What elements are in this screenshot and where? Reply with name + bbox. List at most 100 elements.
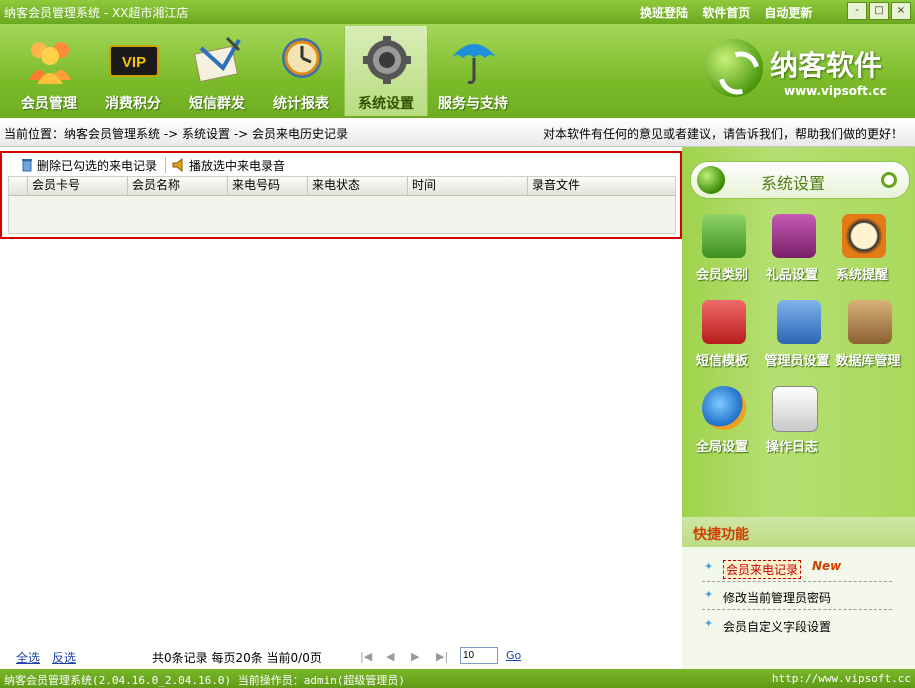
quick-item-custom-fields[interactable]: ✦ 会员自定义字段设置 (702, 610, 892, 638)
nav-label: 短信群发 (189, 96, 245, 112)
clock-report-icon (282, 38, 322, 78)
gift-settings-icon (772, 214, 816, 258)
member-category-icon (702, 214, 746, 258)
delete-label: 删除已勾选的来电记录 (37, 158, 158, 173)
sidebar-header: 系统设置 (690, 161, 910, 199)
tile-label: 系统提醒 (835, 268, 888, 283)
quick-item-label: 会员来电记录 (723, 560, 802, 579)
sidebar-title: 系统设置 (761, 174, 826, 193)
column-header-caller-number[interactable]: 来电号码 (227, 177, 307, 195)
system-reminder-icon (842, 214, 886, 258)
nav-service-support[interactable]: 服务与支持 (432, 26, 514, 116)
next-page-icon[interactable]: ▶ (411, 650, 419, 663)
quick-item-change-admin-password[interactable]: ✦ 修改当前管理员密码 (702, 581, 892, 610)
ring-icon (881, 172, 897, 188)
play-label: 播放选中来电录音 (189, 158, 286, 173)
checkbox-column-header[interactable] (9, 177, 27, 195)
sms-template-icon (702, 300, 746, 344)
window-controls: - □ × (847, 2, 911, 20)
call-history-table: 会员卡号 会员名称 来电号码 来电状态 时间 录音文件 (8, 176, 676, 234)
breadcrumb-bar: 当前位置：纳客会员管理系统 -> 系统设置 -> 会员来电历史记录 对本软件有任… (0, 118, 915, 147)
nav-label: 消费积分 (105, 96, 161, 112)
main-toolbar: 会员管理 VIP 消费积分 短信群发 统计报表 系统设置 服务与支持 纳客软件 … (0, 24, 915, 118)
brand-url: www.vipsoft.cc (784, 84, 887, 98)
nav-label: 系统设置 (358, 96, 414, 112)
window-title: 纳客会员管理系统 - XX超市湘江店 (4, 6, 189, 20)
nav-sms-broadcast[interactable]: 短信群发 (176, 26, 258, 116)
breadcrumb: 当前位置：纳客会员管理系统 -> 系统设置 -> 会员来电历史记录 (4, 127, 349, 141)
page-number-input[interactable] (460, 647, 498, 664)
minimize-button[interactable]: - (847, 2, 867, 20)
auto-update-link[interactable]: 自动更新 (764, 6, 812, 20)
nav-label: 服务与支持 (438, 96, 508, 112)
invert-selection-link[interactable]: 反选 (52, 649, 76, 666)
column-header-card-no[interactable]: 会员卡号 (27, 177, 127, 195)
toolbar-separator (165, 157, 167, 173)
tile-operation-log[interactable]: 操作日志 (752, 386, 832, 466)
nav-member-management[interactable]: 会员管理 (8, 26, 90, 116)
settings-sidebar: 系统设置 会员类别 礼品设置 系统提醒 短信模板 管理员设置 数据库管理 全局设… (682, 147, 915, 669)
go-button[interactable]: Go (506, 649, 521, 662)
database-icon (848, 300, 892, 344)
vip-card-icon: VIP (109, 45, 159, 77)
top-links: 换班登陆 软件首页 自动更新 (640, 4, 822, 21)
gear-settings-icon (363, 36, 411, 84)
nav-system-settings[interactable]: 系统设置 (344, 26, 428, 116)
switch-shift-login-link[interactable]: 换班登陆 (640, 6, 688, 20)
quick-title: 快捷功能 (693, 527, 749, 543)
table-header: 会员卡号 会员名称 来电号码 来电状态 时间 录音文件 (9, 177, 675, 196)
quick-functions: 快捷功能 ✦ 会员来电记录 New ✦ 修改当前管理员密码 ✦ 会员自定义字段设… (682, 517, 915, 669)
sms-letter-icon (193, 36, 241, 83)
svg-text:VIP: VIP (122, 54, 146, 71)
column-header-member-name[interactable]: 会员名称 (127, 177, 227, 195)
close-button[interactable]: × (891, 2, 911, 20)
tile-label: 数据库管理 (835, 354, 901, 369)
status-bar: 纳客会员管理系统(2.04.16.0_2.04.16.0) 当前操作员：admi… (0, 669, 915, 688)
green-orb-icon (697, 166, 725, 194)
trash-icon (22, 159, 32, 172)
nav-statistics-report[interactable]: 统计报表 (260, 26, 342, 116)
column-header-time[interactable]: 时间 (407, 177, 527, 195)
maximize-button[interactable]: □ (869, 2, 889, 20)
title-bar: 纳客会员管理系统 - XX超市湘江店 换班登陆 软件首页 自动更新 - □ × (0, 0, 915, 24)
play-recording-button[interactable]: 播放选中来电录音 (172, 157, 285, 174)
last-page-icon[interactable]: ▶| (436, 650, 448, 663)
quick-item-member-call-records[interactable]: ✦ 会员来电记录 New (702, 553, 892, 582)
brand-name: 纳客软件 (770, 49, 883, 82)
software-home-link[interactable]: 软件首页 (702, 6, 750, 20)
feedback-notice: 对本软件有任何的意见或者建议，请告诉我们，帮助我们做的更好！ (542, 127, 903, 141)
star-bullet-icon: ✦ (704, 560, 714, 573)
star-bullet-icon: ✦ (704, 588, 714, 601)
column-header-call-status[interactable]: 来电状态 (307, 177, 407, 195)
admin-settings-icon (777, 300, 821, 344)
nav-label: 会员管理 (21, 96, 77, 112)
umbrella-icon (451, 44, 497, 84)
nav-consumption-points[interactable]: VIP 消费积分 (92, 26, 174, 116)
prev-page-icon[interactable]: ◀ (386, 650, 394, 663)
speaker-icon (172, 158, 183, 172)
pagination-bar: 全选 反选 共0条记录 每页20条 当前0/0页 |◀ ◀ ▶ ▶| Go (0, 647, 682, 667)
tile-label: 操作日志 (765, 440, 818, 455)
members-icon (29, 42, 71, 84)
action-bar: 删除已勾选的来电记录 播放选中来电录音 (20, 155, 293, 175)
nav-label: 统计报表 (273, 96, 329, 112)
operation-log-icon (772, 386, 818, 432)
quick-item-label: 会员自定义字段设置 (723, 620, 832, 634)
quick-item-label: 修改当前管理员密码 (723, 591, 832, 605)
page-info: 共0条记录 每页20条 当前0/0页 (152, 651, 322, 665)
tile-system-reminder[interactable]: 系统提醒 (822, 214, 902, 294)
delete-checked-calls-button[interactable]: 删除已勾选的来电记录 (20, 157, 157, 174)
column-header-recording-file[interactable]: 录音文件 (527, 177, 673, 195)
quick-header: 快捷功能 (682, 517, 915, 547)
status-version-operator: 纳客会员管理系统(2.04.16.0_2.04.16.0) 当前操作员：admi… (4, 674, 406, 687)
new-badge: New (812, 559, 842, 573)
brand-logo: 纳客软件 www.vipsoft.cc (700, 34, 900, 114)
tile-database-management[interactable]: 数据库管理 (828, 300, 908, 380)
main-content: 删除已勾选的来电记录 播放选中来电录音 会员卡号 会员名称 来电号码 来电状态 … (0, 147, 682, 669)
status-website-link[interactable]: http://www.vipsoft.cc (772, 672, 911, 685)
first-page-icon[interactable]: |◀ (360, 650, 372, 663)
call-history-panel: 删除已勾选的来电记录 播放选中来电录音 会员卡号 会员名称 来电号码 来电状态 … (0, 151, 682, 239)
select-all-link[interactable]: 全选 (16, 649, 40, 666)
star-bullet-icon: ✦ (704, 617, 714, 630)
vipsoft-logo-icon (705, 39, 763, 97)
